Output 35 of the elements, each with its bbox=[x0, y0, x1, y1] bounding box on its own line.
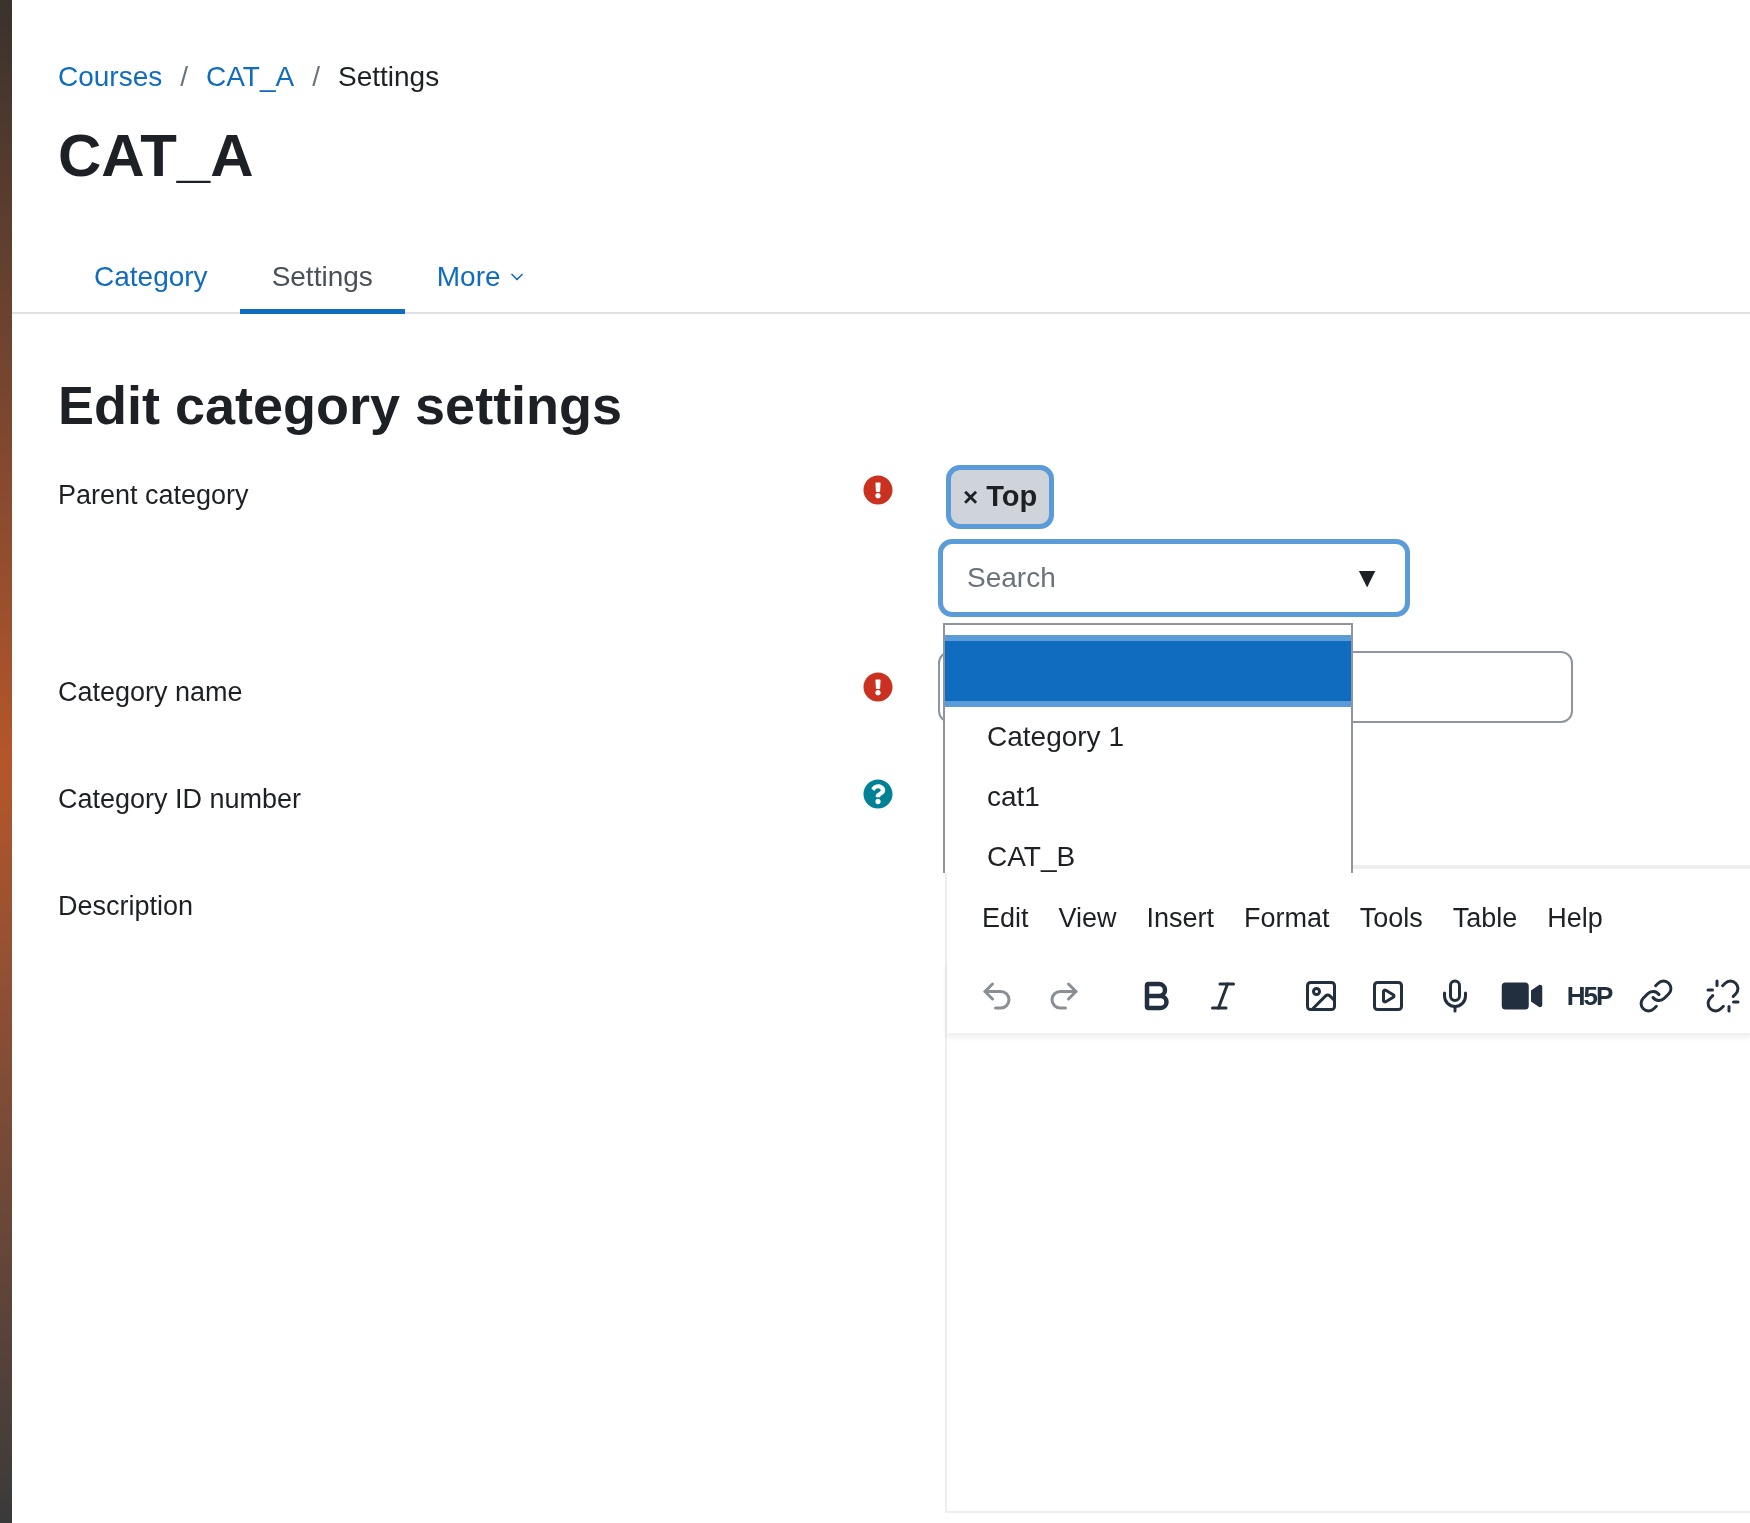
field-label: Category ID number bbox=[58, 783, 302, 816]
dropdown-option[interactable]: cat1 bbox=[945, 767, 1351, 827]
breadcrumb-current: Settings bbox=[338, 60, 440, 94]
menu-item[interactable]: View bbox=[1047, 897, 1128, 939]
help-icon[interactable] bbox=[863, 779, 893, 809]
menu-item[interactable]: Tools bbox=[1348, 897, 1434, 939]
section-heading: Edit category settings bbox=[57, 374, 624, 437]
nav-tab[interactable]: More bbox=[404, 244, 559, 314]
menu-item[interactable]: Table bbox=[1441, 897, 1529, 939]
play-icon bbox=[1370, 978, 1406, 1014]
nav-tab[interactable]: Settings bbox=[239, 244, 405, 314]
category-name-input[interactable] bbox=[938, 651, 1573, 723]
breadcrumb-separator: / bbox=[312, 60, 320, 94]
field-label: Description bbox=[58, 890, 194, 923]
nav-tab[interactable]: Category bbox=[62, 244, 240, 314]
menu-item[interactable]: Edit bbox=[971, 897, 1040, 939]
search-field[interactable]: Search ▼ bbox=[938, 539, 1410, 617]
breadcrumb-separator: / bbox=[180, 60, 189, 94]
page-title: CAT_A bbox=[57, 121, 255, 191]
image-icon bbox=[1303, 978, 1339, 1014]
menu-item[interactable]: Help bbox=[1536, 897, 1614, 939]
link-icon bbox=[1638, 978, 1674, 1014]
menu-item[interactable]: Format bbox=[1233, 897, 1341, 939]
unlink-icon bbox=[1705, 978, 1741, 1014]
menu-item[interactable]: Insert bbox=[1135, 897, 1226, 939]
field-label: Category name bbox=[58, 676, 243, 709]
breadcrumb-link[interactable]: CAT_A bbox=[206, 56, 295, 98]
h5p-button[interactable]: H5P bbox=[1561, 970, 1617, 1022]
dropdown-option[interactable]: Category 1 bbox=[945, 707, 1351, 767]
remove-mark[interactable]: × bbox=[963, 477, 979, 517]
breadcrumb-link[interactable]: Courses bbox=[58, 56, 163, 98]
selected-chip[interactable]: × Top bbox=[946, 465, 1055, 529]
dropdown-arrow[interactable]: ▼ bbox=[1353, 557, 1381, 599]
field-label: Parent category bbox=[58, 479, 249, 512]
chip-label: Top bbox=[986, 479, 1038, 515]
